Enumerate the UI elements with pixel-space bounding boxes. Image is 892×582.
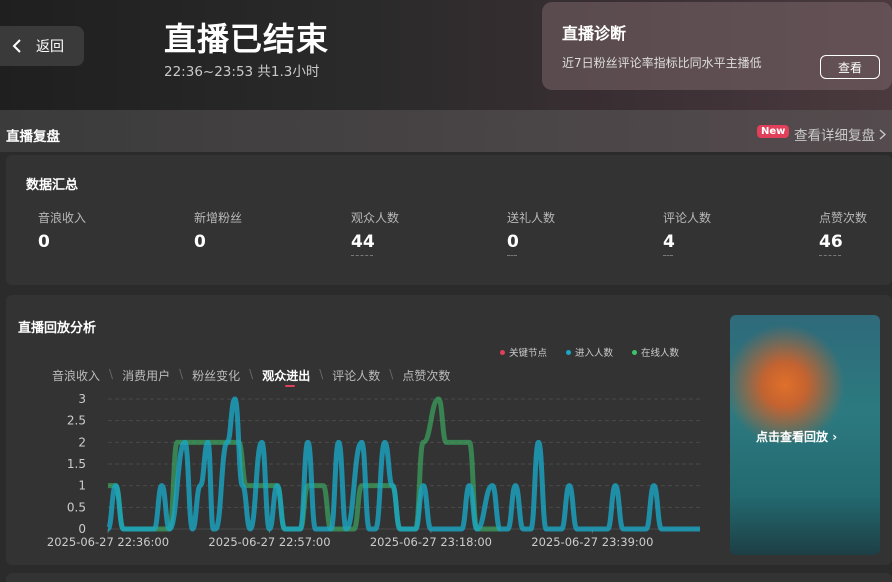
x-tick-label: 2025-06-27 22:57:00 <box>208 535 330 549</box>
view-diagnosis-button[interactable]: 查看 <box>820 55 880 79</box>
stat-label: 新增粉丝 <box>194 211 243 225</box>
stat-dash-underline <box>663 255 673 256</box>
diagnosis-title: 直播诊断 <box>562 24 627 43</box>
diagnosis-card: 直播诊断 近7日粉丝评论率指标比同水平主播低 查看 <box>542 2 892 90</box>
diagnosis-description: 近7日粉丝评论率指标比同水平主播低 <box>562 56 762 70</box>
new-badge: New <box>757 125 790 138</box>
y-tick-label: 2.5 <box>67 414 86 428</box>
summary-title: 数据汇总 <box>26 178 79 193</box>
replay-label: 点击查看回放 <box>756 430 829 444</box>
x-tick-label: 2025-06-27 23:18:00 <box>370 535 492 549</box>
stat-likes[interactable]: 点赞次数 46 <box>819 209 867 256</box>
x-tick-label: 2025-06-27 22:36:00 <box>47 535 169 549</box>
stat-viewers[interactable]: 观众人数 44 <box>351 209 399 256</box>
replay-link[interactable]: 点击查看回放 › <box>756 428 837 445</box>
stat-label: 音浪收入 <box>38 211 87 225</box>
back-label: 返回 <box>36 39 64 55</box>
stat-value: 0 <box>194 232 206 252</box>
stat-value: 44 <box>351 232 375 252</box>
x-tick-label: 2025-06-27 23:39:00 <box>531 535 653 549</box>
stat-label: 点赞次数 <box>819 211 868 225</box>
replay-thumbnail[interactable]: 点击查看回放 › <box>730 315 880 555</box>
detailed-review-link[interactable]: 查看详细复盘 <box>794 124 886 144</box>
stat-income: 音浪收入 0 <box>38 209 86 252</box>
top-header: 返回 直播已结束 22:36~23:53 共1.3小时 直播诊断 近7日粉丝评论… <box>0 0 892 110</box>
chevron-left-icon <box>12 39 21 53</box>
chevron-right-icon: › <box>832 430 838 444</box>
y-tick-label: 0.5 <box>67 500 86 514</box>
stat-dash-underline <box>351 255 373 256</box>
y-tick-label: 1 <box>78 479 86 493</box>
review-section-header: 直播复盘 New 查看详细复盘 <box>0 110 892 152</box>
stat-value: 0 <box>38 232 50 252</box>
next-card-edge <box>6 573 892 582</box>
detailed-review-label: 查看详细复盘 <box>794 128 875 144</box>
replay-analysis-card: 直播回放分析 关键节点 进入人数 在线人数 音浪收入 \ 消费用户 \ 粉丝变化… <box>6 295 892 565</box>
chevron-right-icon <box>879 128 886 140</box>
stat-label: 评论人数 <box>663 211 712 225</box>
stat-commenters[interactable]: 评论人数 4 <box>663 209 711 256</box>
stat-value: 0 <box>507 232 519 252</box>
stat-dash-underline <box>819 255 841 256</box>
review-section-title: 直播复盘 <box>6 129 60 145</box>
stat-value: 4 <box>663 232 675 252</box>
y-tick-label: 3 <box>78 392 86 406</box>
stat-value: 46 <box>819 232 843 252</box>
y-tick-label: 2 <box>78 435 86 449</box>
page-title: 直播已结束 <box>164 20 330 58</box>
stat-new-fans: 新增粉丝 0 <box>194 209 242 252</box>
stat-gifters[interactable]: 送礼人数 0 <box>507 209 555 256</box>
stat-label: 送礼人数 <box>507 211 556 225</box>
live-time-range: 22:36~23:53 共1.3小时 <box>164 64 320 80</box>
y-tick-label: 1.5 <box>67 457 86 471</box>
y-tick-label: 0 <box>78 522 86 536</box>
back-button[interactable]: 返回 <box>0 26 84 66</box>
summary-card: 数据汇总 音浪收入 0 新增粉丝 0 观众人数 44 送礼人数 0 评论人数 4… <box>6 155 892 285</box>
stat-dash-underline <box>507 255 517 256</box>
stat-label: 观众人数 <box>351 211 400 225</box>
